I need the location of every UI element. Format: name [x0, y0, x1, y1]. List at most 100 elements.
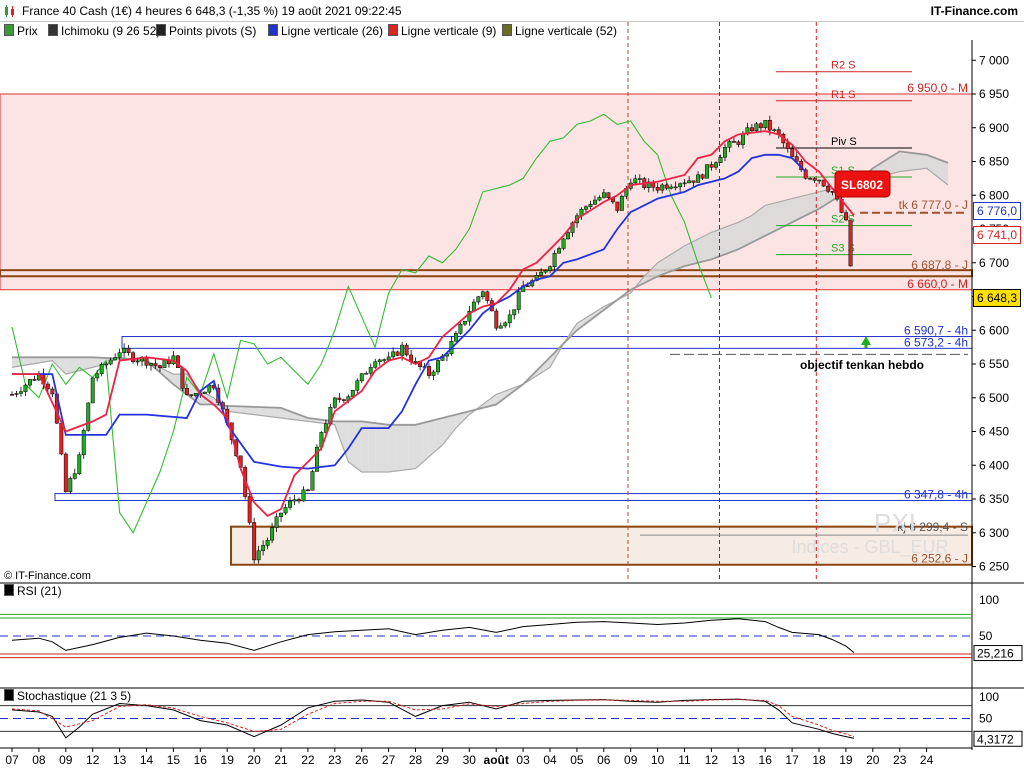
y-tick-label: 6 400: [979, 458, 1009, 472]
candle-body: [790, 148, 795, 157]
legend-label: Prix: [17, 24, 38, 38]
x-tick-label: 29: [436, 753, 450, 767]
y-tick-label: 6 700: [979, 256, 1009, 270]
candle-body: [543, 270, 548, 273]
last-value-label: 25,216: [977, 647, 1014, 661]
candle-body: [458, 323, 463, 334]
candle-body: [386, 356, 391, 360]
target-arrow-stem: [864, 345, 868, 348]
cloud-segment: [395, 424, 403, 472]
legend-item[interactable]: Prix: [4, 24, 38, 38]
y-tick-label: 6 550: [979, 357, 1009, 371]
candle-body: [821, 179, 826, 187]
cloud-segment: [449, 414, 456, 437]
candle-body: [292, 499, 297, 502]
legend-swatch-icon: [268, 24, 278, 36]
candle-body: [633, 178, 638, 184]
x-tick-label: 28: [409, 753, 423, 767]
legend-item[interactable]: Ligne verticale (52): [502, 24, 617, 38]
candle-body: [817, 179, 822, 182]
rsi-pane-label[interactable]: RSI (21): [2, 584, 64, 598]
candle-body: [144, 357, 149, 366]
candle-body: [678, 183, 683, 188]
cloud-segment: [731, 222, 739, 252]
candle-body: [77, 454, 82, 474]
candle-body: [247, 496, 252, 523]
x-tick-label: 27: [382, 753, 396, 767]
candle-body: [436, 360, 440, 373]
candle-body: [149, 363, 153, 366]
candle-body: [23, 384, 28, 392]
x-tick-label: 06: [597, 753, 611, 767]
candle-body: [153, 363, 158, 366]
candle-body: [691, 180, 696, 183]
candle-body: [561, 238, 566, 249]
candle-body: [310, 471, 315, 491]
candle-body: [767, 120, 772, 131]
candle-body: [494, 310, 499, 329]
candle-body: [848, 219, 853, 267]
cloud-segment: [711, 229, 719, 260]
candle-body: [404, 344, 409, 356]
candle-body: [714, 162, 718, 168]
candle-body: [122, 348, 127, 353]
legend-item[interactable]: Ligne verticale (26): [268, 24, 383, 38]
candle-body: [552, 252, 557, 267]
legend-item[interactable]: Ichimoku (9 26 52): [48, 24, 160, 38]
candle-body: [772, 129, 777, 131]
candle-body: [135, 360, 140, 363]
legend-item[interactable]: Points pivots (S): [156, 24, 256, 38]
x-tick-label: 16: [194, 753, 208, 767]
candle-body: [660, 184, 665, 191]
x-tick-label: 08: [32, 753, 46, 767]
target-label: objectif tenkan hebdo: [800, 358, 924, 372]
candle-body: [664, 184, 669, 189]
candle-body: [377, 359, 382, 362]
candle-body: [754, 123, 759, 132]
candle-body: [86, 402, 91, 431]
x-tick-label: 23: [328, 753, 342, 767]
candle-body: [99, 363, 104, 375]
candle-body: [332, 397, 337, 408]
x-tick-label: 20: [866, 753, 880, 767]
y-tick-label: 6 450: [979, 425, 1009, 439]
candle-body: [261, 545, 266, 551]
candle-body: [72, 473, 77, 479]
candle-body: [252, 522, 257, 561]
cloud-segment: [704, 232, 712, 262]
price-tag: 6 648,3: [972, 288, 1021, 307]
candle-body: [844, 212, 849, 221]
copyright-text: © IT-Finance.com: [4, 570, 91, 582]
candle-body: [476, 296, 481, 303]
candle-body: [306, 489, 310, 492]
legend-label: Ligne verticale (52): [515, 24, 618, 38]
cloud-segment: [267, 407, 275, 418]
cloud-segment: [745, 215, 752, 246]
legend-swatch-icon: [502, 24, 512, 36]
candle-body: [615, 201, 620, 211]
stochastic-pane-label[interactable]: Stochastique (21 3 5): [2, 689, 134, 703]
legend-item[interactable]: Ligne verticale (9): [388, 24, 496, 38]
candle-body: [301, 489, 306, 502]
cloud-segment: [906, 152, 914, 171]
candle-body: [480, 291, 485, 297]
candle-body: [274, 516, 279, 528]
candle-body: [619, 195, 624, 211]
legend-swatch-icon: [388, 24, 398, 36]
watermark-source: Indices - GBL_EUR: [791, 537, 948, 558]
cloud-segment: [368, 422, 376, 472]
candle-body: [453, 333, 458, 342]
candle-body: [288, 500, 292, 508]
stochastic-title: Stochastique (21 3 5): [17, 689, 132, 703]
level-annotation: 6 573,2 - 4h: [904, 335, 968, 349]
candle-body: [90, 377, 95, 404]
x-tick-label: 09: [59, 753, 73, 767]
cloud-segment: [375, 423, 382, 472]
level-annotation: 6 660,0 - M: [907, 277, 968, 291]
y-tick-label: 6 900: [979, 121, 1009, 135]
chart-title: France 40 Cash (1€) 4 heures 6 648,3 (-1…: [22, 4, 402, 18]
x-tick-label: 24: [920, 753, 934, 767]
candle-body: [812, 178, 817, 181]
legend-swatch-icon: [4, 24, 14, 36]
candle-body: [391, 351, 396, 358]
